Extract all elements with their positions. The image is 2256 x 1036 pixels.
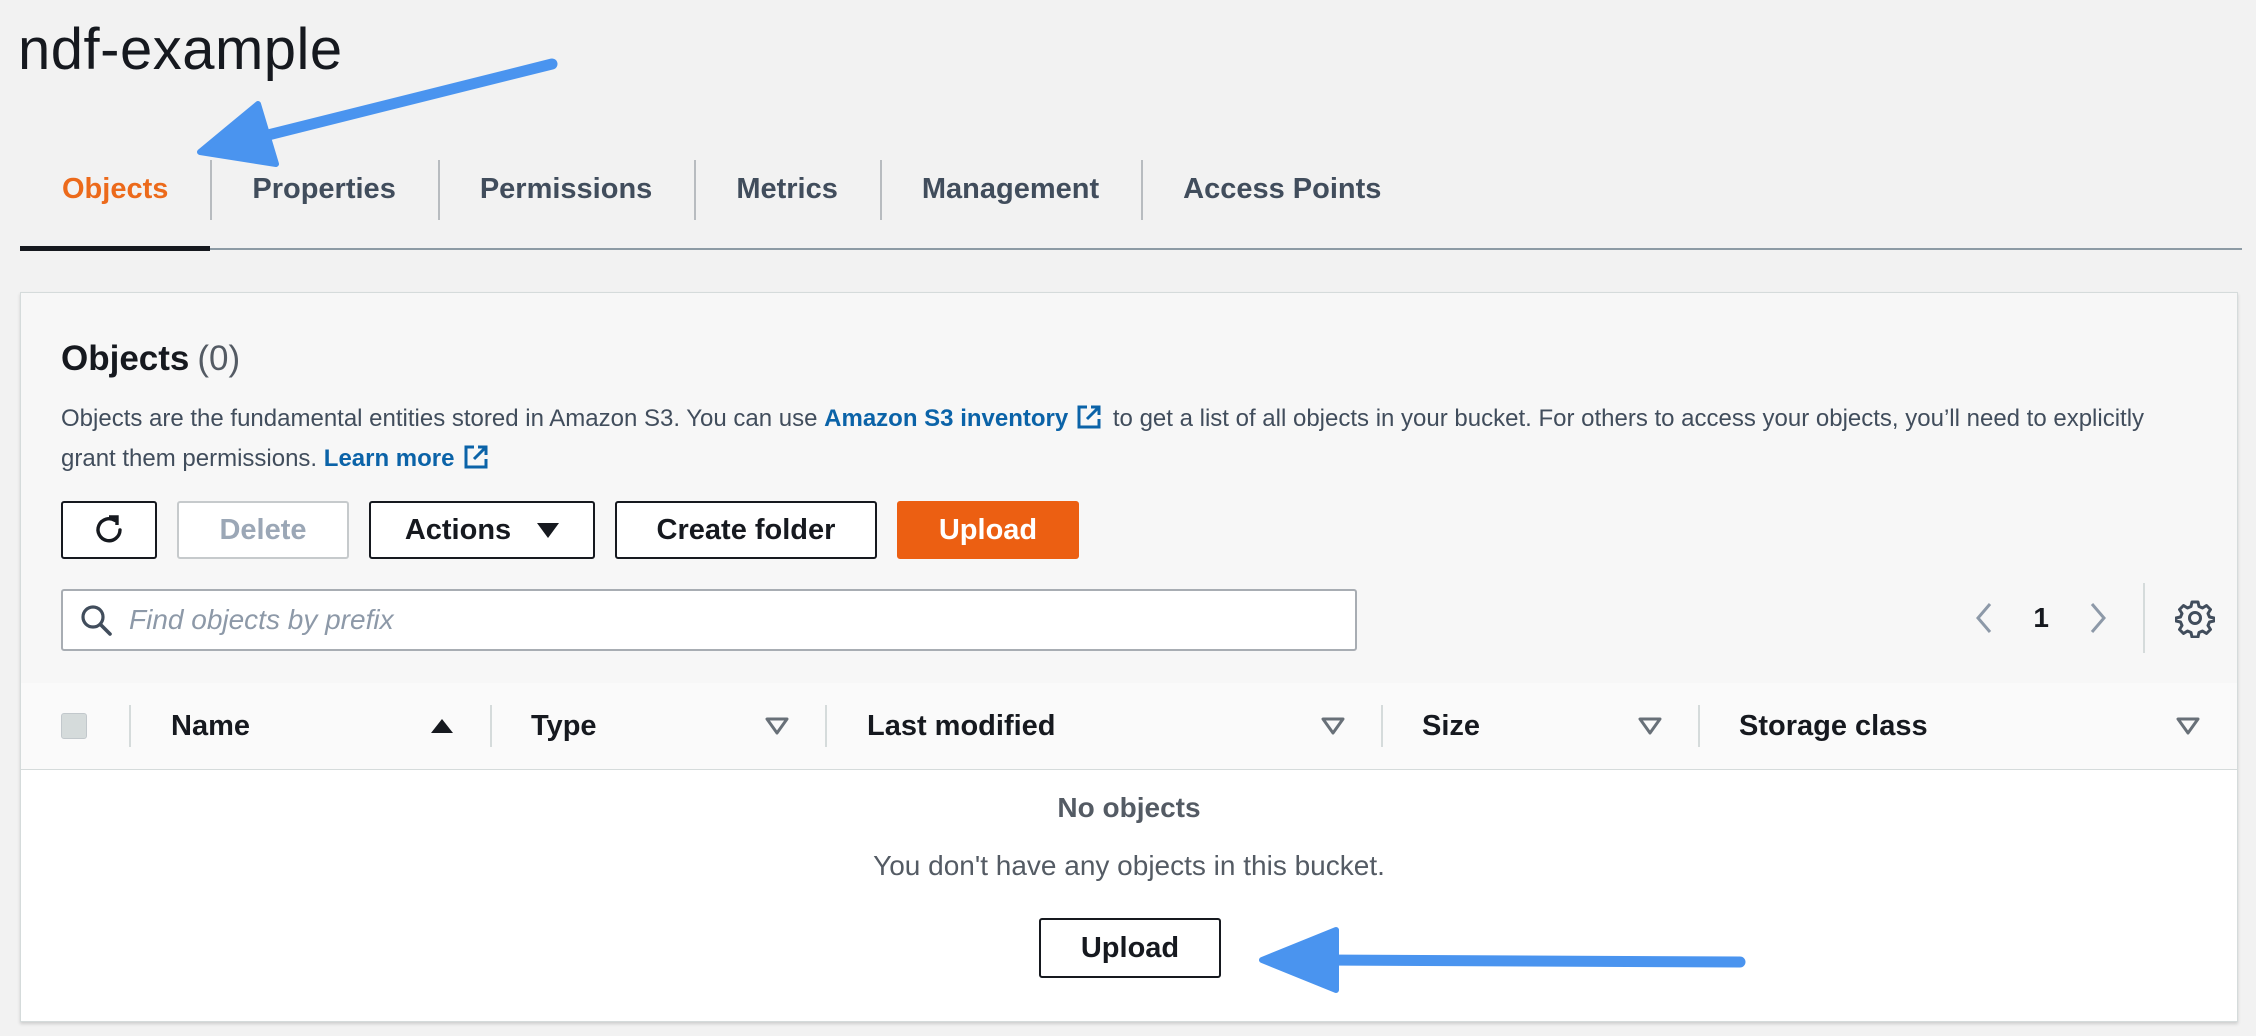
actions-dropdown-button[interactable]: Actions bbox=[369, 501, 595, 559]
objects-title-text: Objects bbox=[61, 339, 190, 378]
objects-toolbar: Delete Actions Create folder Upload bbox=[61, 501, 1079, 559]
sort-ascending-icon[interactable] bbox=[427, 711, 457, 741]
create-folder-button[interactable]: Create folder bbox=[615, 501, 877, 559]
current-page-number[interactable]: 1 bbox=[2033, 602, 2049, 634]
column-divider bbox=[490, 705, 492, 747]
description-text: Objects are the fundamental entities sto… bbox=[61, 405, 825, 432]
s3-inventory-link[interactable]: Amazon S3 inventory bbox=[824, 405, 1106, 432]
search-box bbox=[61, 589, 1357, 651]
sort-icon[interactable] bbox=[762, 711, 792, 741]
external-link-icon bbox=[464, 445, 487, 469]
column-divider bbox=[1381, 705, 1383, 747]
column-header-label: Size bbox=[1422, 709, 1481, 742]
upload-button[interactable]: Upload bbox=[897, 501, 1079, 559]
page-title: ndf-example bbox=[18, 17, 343, 82]
refresh-button[interactable] bbox=[61, 501, 157, 559]
column-header-label: Type bbox=[531, 709, 597, 742]
caret-down-icon bbox=[537, 522, 560, 538]
empty-state-upload-button[interactable]: Upload bbox=[1039, 918, 1221, 978]
tab-label: Objects bbox=[62, 172, 169, 205]
objects-panel-title: Objects (0) bbox=[61, 339, 240, 379]
column-header-type[interactable]: Type bbox=[531, 683, 597, 769]
empty-state-title: No objects bbox=[1057, 792, 1201, 823]
tab-properties[interactable]: Properties bbox=[210, 150, 437, 248]
tab-access-points[interactable]: Access Points bbox=[1141, 150, 1423, 248]
s3-inventory-link-label: Amazon S3 inventory bbox=[824, 405, 1069, 432]
column-header-label: Name bbox=[171, 709, 250, 742]
sort-icon[interactable] bbox=[1635, 711, 1665, 741]
empty-state-message: You don't have any objects in this bucke… bbox=[873, 850, 1385, 881]
column-divider bbox=[129, 705, 131, 747]
refresh-icon bbox=[96, 515, 122, 543]
tab-label: Access Points bbox=[1183, 172, 1382, 205]
objects-count: (0) bbox=[197, 339, 241, 378]
tab-label: Permissions bbox=[479, 172, 653, 205]
delete-button[interactable]: Delete bbox=[177, 501, 349, 559]
column-header-label: Last modified bbox=[867, 709, 1056, 742]
column-divider bbox=[825, 705, 827, 747]
column-header-label: Storage class bbox=[1739, 709, 1928, 742]
tab-objects[interactable]: Objects bbox=[20, 150, 211, 251]
tab-bar: Objects Properties Permissions Metrics M… bbox=[20, 150, 2242, 251]
gear-icon[interactable] bbox=[2175, 598, 2215, 638]
sort-icon[interactable] bbox=[2173, 711, 2203, 741]
sort-icon[interactable] bbox=[1318, 711, 1348, 741]
pagination: 1 bbox=[1969, 583, 2237, 653]
objects-panel-header: Objects (0) Objects are the fundamental e… bbox=[21, 293, 2237, 684]
search-icon bbox=[81, 605, 112, 636]
tab-label: Properties bbox=[252, 172, 396, 205]
external-link-icon bbox=[1077, 405, 1101, 429]
tab-label: Management bbox=[921, 172, 1100, 205]
select-all-checkbox[interactable] bbox=[61, 713, 87, 739]
tab-metrics[interactable]: Metrics bbox=[694, 150, 880, 248]
column-header-storage-class[interactable]: Storage class bbox=[1739, 683, 1928, 769]
search-input[interactable] bbox=[127, 603, 1331, 637]
learn-more-link[interactable]: Learn more bbox=[324, 445, 493, 472]
chevron-right-icon[interactable] bbox=[2083, 598, 2113, 638]
empty-state: No objects You don't have any objects in… bbox=[21, 770, 2237, 1021]
tab-permissions[interactable]: Permissions bbox=[437, 150, 694, 248]
column-header-last-modified[interactable]: Last modified bbox=[867, 683, 1056, 769]
column-header-size[interactable]: Size bbox=[1422, 683, 1480, 769]
table-header: Name Type Last modified Size Storage cla… bbox=[21, 683, 2237, 770]
tab-label: Metrics bbox=[736, 172, 838, 205]
objects-panel: Objects (0) Objects are the fundamental e… bbox=[20, 292, 2238, 1022]
pager-divider bbox=[2143, 583, 2145, 653]
chevron-left-icon[interactable] bbox=[1969, 598, 1999, 638]
tab-management[interactable]: Management bbox=[879, 150, 1141, 248]
column-divider bbox=[1698, 705, 1700, 747]
learn-more-link-label: Learn more bbox=[323, 445, 455, 472]
column-header-name[interactable]: Name bbox=[171, 683, 250, 769]
objects-description: Objects are the fundamental entities sto… bbox=[61, 399, 2171, 479]
actions-label: Actions bbox=[404, 513, 512, 546]
